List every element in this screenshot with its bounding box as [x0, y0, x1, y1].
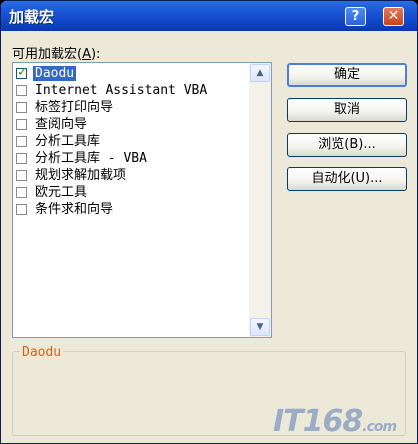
browse-button[interactable]: 浏览(B)...: [287, 133, 407, 157]
list-item-label: Internet Assistant VBA: [35, 83, 208, 98]
watermark-suffix: .com: [362, 419, 397, 435]
checkbox[interactable]: [16, 136, 27, 147]
description-title: Daodu: [20, 345, 64, 360]
title-bar[interactable]: 加载宏 ? ✕: [1, 1, 417, 31]
list-item[interactable]: 查阅向导: [13, 116, 249, 133]
automation-button[interactable]: 自动化(U)...: [287, 167, 407, 191]
checkbox[interactable]: [16, 85, 27, 96]
checkbox[interactable]: [16, 170, 27, 181]
list-item[interactable]: 条件求和向导: [13, 201, 249, 218]
close-icon: ✕: [387, 8, 400, 24]
available-addins-label: 可用加载宏(A):: [12, 43, 100, 62]
scroll-up-button[interactable]: ▲: [250, 64, 270, 82]
watermark-logo: IT168.com: [273, 404, 397, 439]
ok-button[interactable]: 确定: [287, 63, 407, 87]
add-ins-dialog: 加载宏 ? ✕ 可用加载宏(A): ✓ Daodu Internet Assis…: [0, 0, 418, 444]
checkbox[interactable]: [16, 153, 27, 164]
checkmark-icon: ✓: [17, 65, 28, 80]
close-button[interactable]: ✕: [383, 7, 404, 26]
list-item[interactable]: 分析工具库: [13, 133, 249, 150]
vertical-scrollbar[interactable]: ▲ ▼: [249, 63, 271, 337]
checkbox[interactable]: [16, 119, 27, 130]
watermark-text: IT168: [273, 404, 363, 439]
label-accesskey: A: [82, 47, 91, 62]
list-item[interactable]: 标签打印向导: [13, 99, 249, 116]
scroll-down-button[interactable]: ▼: [250, 318, 270, 336]
list-item[interactable]: 规划求解加载项: [13, 167, 249, 184]
list-item[interactable]: Internet Assistant VBA: [13, 82, 249, 99]
list-item[interactable]: 欧元工具: [13, 184, 249, 201]
label-prefix: 可用加载宏(: [12, 47, 83, 62]
list-item-label: 条件求和向导: [35, 202, 114, 217]
label-suffix: ):: [90, 47, 101, 62]
list-item-label: 欧元工具: [35, 185, 88, 200]
list-item-label: 规划求解加载项: [35, 168, 127, 183]
chevron-up-icon: ▲: [256, 68, 264, 78]
list-item-label: 分析工具库 - VBA: [35, 151, 147, 166]
cancel-button[interactable]: 取消: [287, 98, 407, 122]
help-icon: ?: [351, 9, 360, 24]
help-button[interactable]: ?: [345, 7, 366, 26]
list-item-label: Daodu: [33, 66, 77, 81]
checkbox[interactable]: [16, 102, 27, 113]
checkbox[interactable]: [16, 187, 27, 198]
window-title: 加载宏: [9, 8, 55, 26]
checkbox[interactable]: ✓: [16, 65, 28, 80]
list-item[interactable]: 分析工具库 - VBA: [13, 150, 249, 167]
list-item[interactable]: ✓ Daodu: [13, 65, 249, 82]
checkbox[interactable]: [16, 204, 27, 215]
list-item-label: 标签打印向导: [35, 100, 114, 115]
chevron-down-icon: ▼: [256, 322, 264, 332]
addins-listbox[interactable]: ✓ Daodu Internet Assistant VBA 标签打印向导 查阅…: [12, 62, 272, 338]
list-item-label: 分析工具库: [35, 134, 101, 149]
list-item-label: 查阅向导: [35, 117, 88, 132]
